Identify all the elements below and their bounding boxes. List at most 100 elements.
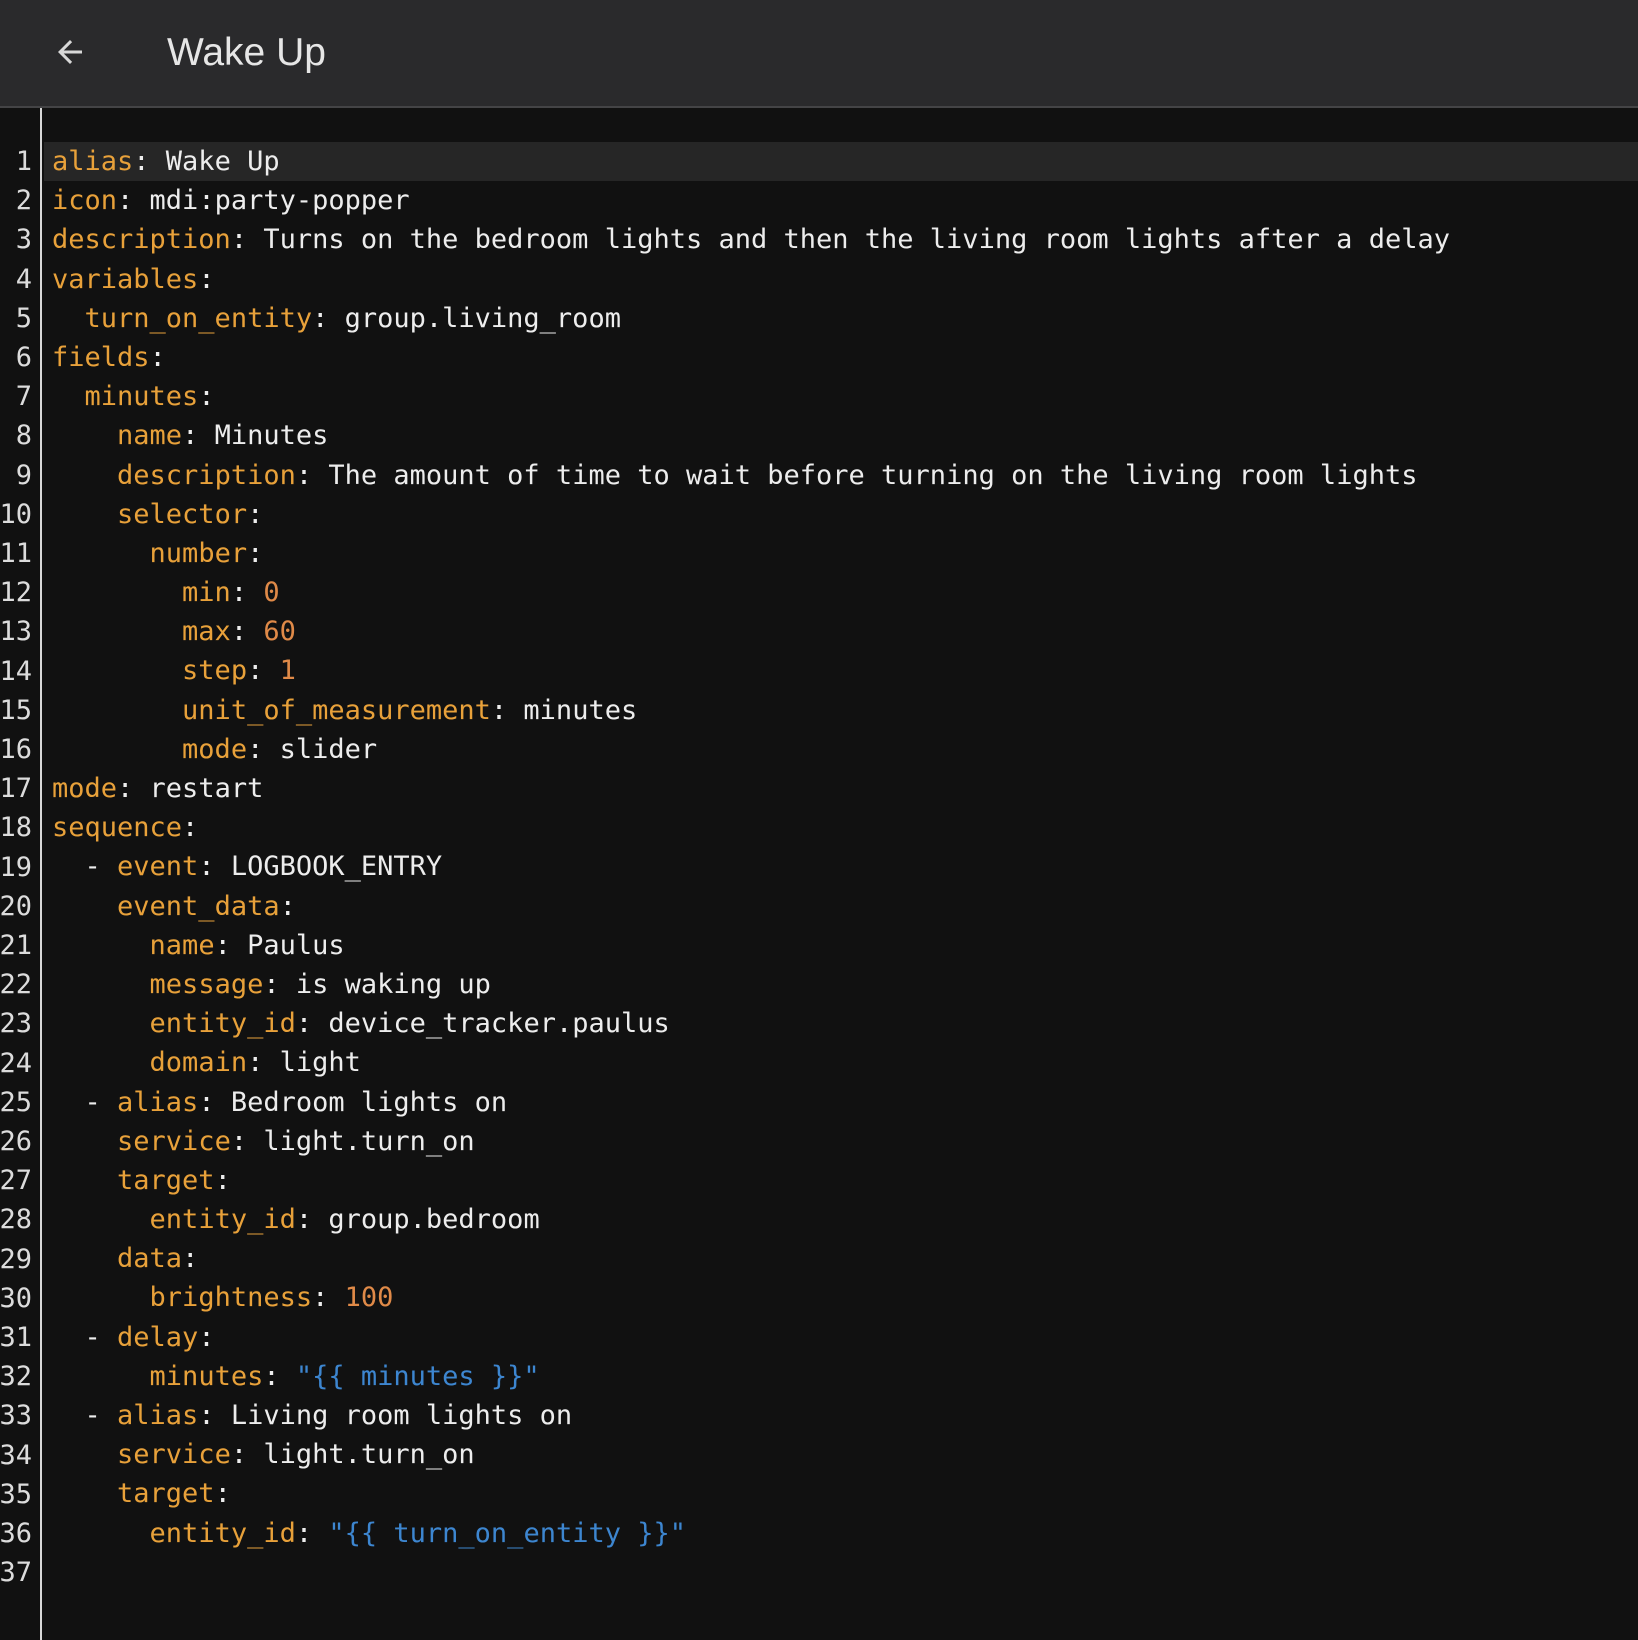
yaml-text [52, 695, 182, 726]
yaml-text: : [263, 968, 296, 1000]
line-number: 25 [0, 1086, 32, 1118]
code-line: step: 1 [52, 651, 1450, 690]
yaml-text: Bedroom lights on [230, 1086, 508, 1118]
yaml-key: entity_id [149, 1204, 296, 1236]
yaml-text [52, 891, 117, 922]
yaml-key: max [182, 616, 231, 648]
line-number: 2 [15, 185, 32, 217]
code-line: domain: light [52, 1043, 1450, 1082]
yaml-key: icon [52, 185, 118, 217]
yaml-text [52, 969, 150, 1000]
yaml-text: light.turn_on [263, 1439, 475, 1471]
yaml-key: sequence [52, 812, 183, 844]
yaml-text [52, 538, 150, 569]
yaml-number: 100 [344, 1282, 394, 1314]
code-line: service: light.turn_on [52, 1435, 1450, 1474]
yaml-key: service [117, 1125, 231, 1157]
yaml-text: : [214, 929, 248, 961]
page-title: Wake Up [167, 31, 326, 74]
line-number: 18 [0, 812, 32, 844]
yaml-key: mode [182, 733, 248, 765]
yaml-number: 60 [263, 616, 296, 648]
code-content[interactable]: alias: Wake Up icon: mdi:party-popper desc… [52, 142, 1450, 1592]
yaml-text: : [295, 1008, 329, 1040]
yaml-text: : [295, 1204, 329, 1236]
line-number: 20 [0, 890, 32, 922]
yaml-text: Minutes [214, 420, 329, 452]
yaml-text: - [52, 1400, 118, 1431]
line-number: 19 [0, 851, 32, 883]
yaml-text: : [182, 1243, 199, 1275]
back-button[interactable] [44, 26, 96, 78]
yaml-key: name [117, 420, 183, 452]
yaml-text: : [247, 537, 264, 569]
line-number: 32 [0, 1361, 32, 1393]
line-number: 7 [15, 381, 32, 413]
code-line: icon: mdi:party-popper [52, 181, 1450, 220]
line-number: 22 [0, 969, 32, 1001]
yaml-text: : [214, 1164, 231, 1196]
yaml-text [52, 930, 150, 961]
line-number: 29 [0, 1243, 32, 1275]
line-number: 8 [15, 420, 32, 452]
line-number: 16 [0, 734, 32, 765]
yaml-text: - [52, 1321, 118, 1353]
yaml-text: : [279, 890, 296, 922]
yaml-key: minutes [149, 1360, 264, 1392]
code-line: data: [52, 1239, 1450, 1278]
code-line: min: 0 [52, 573, 1450, 612]
code-line: fields: [52, 338, 1450, 377]
line-number: 10 [0, 498, 32, 530]
code-line: description: Turns on the bedroom lights… [52, 220, 1450, 259]
yaml-text [52, 734, 182, 765]
yaml-key: message [149, 968, 264, 1000]
line-number: 11 [0, 538, 32, 569]
yaml-text: : [247, 1047, 280, 1079]
yaml-text: Wake Up [165, 146, 280, 177]
code-line: service: light.turn_on [52, 1122, 1450, 1161]
yaml-text [52, 1282, 150, 1313]
code-line: name: Paulus [52, 926, 1450, 965]
code-line: entity_id: device_tracker.paulus [52, 1004, 1450, 1043]
yaml-text: device_tracker.paulus [328, 1008, 670, 1040]
yaml-key: brightness [149, 1282, 313, 1314]
yaml-text: : [247, 655, 280, 687]
code-line: minutes: [52, 377, 1450, 416]
yaml-text: Turns on the bedroom lights and then the… [263, 224, 1450, 256]
yaml-text: group.living_room [344, 302, 621, 334]
line-number: 31 [0, 1322, 32, 1353]
yaml-text: : [117, 773, 150, 804]
yaml-text: Paulus [247, 929, 345, 961]
line-number: 35 [0, 1478, 32, 1510]
line-number: 34 [0, 1439, 32, 1471]
line-number: 30 [0, 1282, 32, 1314]
yaml-text: mdi:party-popper [149, 185, 410, 217]
line-number: 21 [0, 930, 32, 961]
yaml-text: slider [279, 733, 378, 765]
yaml-text [52, 1047, 150, 1078]
yaml-key: fields [52, 341, 150, 373]
yaml-text: : [230, 1125, 264, 1157]
yaml-key: service [117, 1439, 231, 1471]
line-number: 6 [15, 342, 32, 373]
line-number: 26 [0, 1126, 32, 1157]
code-line: mode: slider [52, 730, 1450, 769]
line-number: 24 [0, 1047, 32, 1079]
line-number-gutter: 1 2 3 4 5 6 7 8 9 10 11 12 13 14 15 16 17 18 19 20 21 22 23 24 2… [0, 108, 42, 1640]
yaml-text: : [198, 1321, 215, 1353]
yaml-key: mode [52, 773, 118, 804]
yaml-text [52, 1165, 117, 1196]
yaml-text [52, 1243, 117, 1274]
yaml-text: : [198, 381, 215, 413]
yaml-text: : [295, 1517, 329, 1549]
arrow-left-icon [58, 40, 82, 64]
yaml-text [52, 381, 85, 412]
yaml-text: : [117, 185, 150, 217]
code-line: - delay: [52, 1318, 1450, 1357]
yaml-text [52, 1126, 117, 1157]
yaml-text: : [490, 694, 524, 726]
yaml-key: target [117, 1478, 215, 1510]
yaml-code-editor[interactable]: 1 2 3 4 5 6 7 8 9 10 11 12 13 14 15 16 17 18 19 20 21 22 23 24 2… [0, 108, 1638, 1640]
yaml-key: description [52, 224, 231, 256]
